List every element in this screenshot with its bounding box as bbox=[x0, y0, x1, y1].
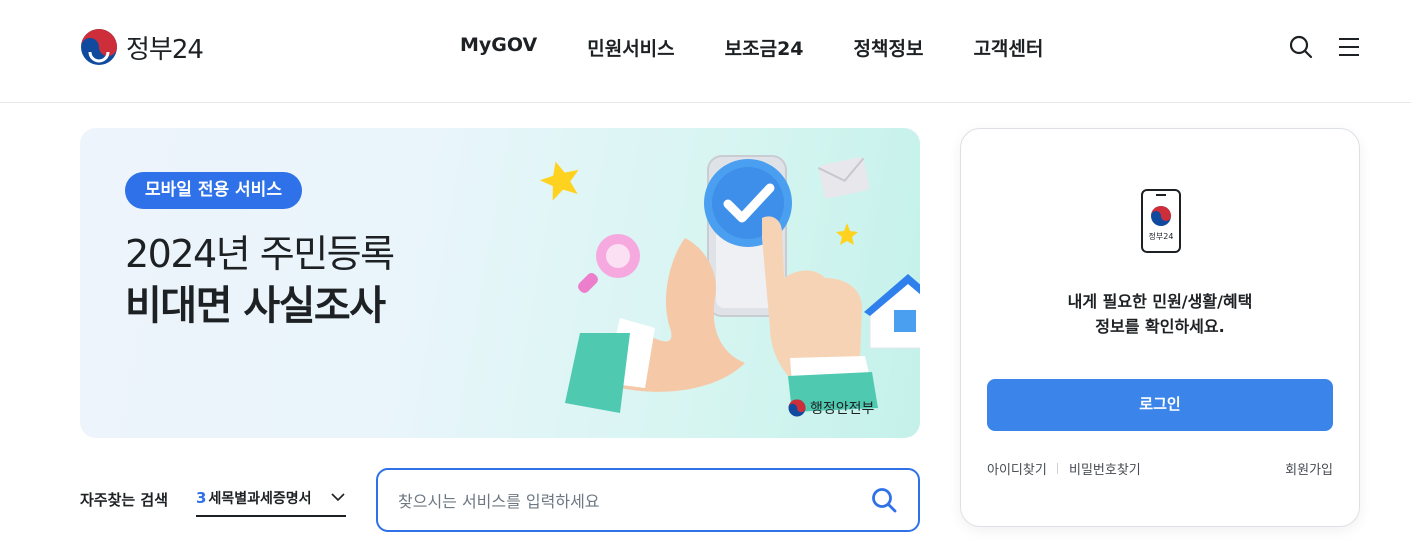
login-message: 내게 필요한 민원/생활/혜택 정보를 확인하세요. bbox=[961, 289, 1359, 339]
nav-item-policy-info[interactable]: 정책정보 bbox=[854, 34, 924, 61]
frequent-search-value: 세목별과세증명서 bbox=[208, 490, 312, 507]
promo-banner[interactable]: 모바일 전용 서비스 2024년 주민등록 비대면 사실조사 행정안전부 bbox=[80, 128, 920, 438]
login-panel: 정부24 내게 필요한 민원/생활/혜택 정보를 확인하세요. 로그인 아이디찾… bbox=[960, 128, 1360, 527]
star-icon bbox=[539, 161, 579, 201]
site-logo[interactable]: 정부24 bbox=[80, 27, 204, 67]
nav-item-civil-services[interactable]: 민원서비스 bbox=[587, 34, 674, 61]
nav-item-subsidy24[interactable]: 보조금24 bbox=[725, 34, 804, 61]
banner-illustration bbox=[539, 155, 920, 413]
menu-icon[interactable] bbox=[1336, 34, 1362, 60]
search-icon[interactable] bbox=[1288, 34, 1314, 60]
search-submit-icon[interactable] bbox=[870, 486, 898, 514]
link-divider bbox=[1057, 463, 1058, 474]
site-header: 정부24 MyGOV 민원서비스 보조금24 정책정보 고객센터 bbox=[0, 0, 1411, 103]
star-icon bbox=[836, 223, 858, 245]
search-box bbox=[376, 468, 920, 532]
mobile-phone-icon: 정부24 bbox=[1141, 189, 1181, 253]
phone-logo-text: 정부24 bbox=[1149, 231, 1174, 241]
nav-item-mygov[interactable]: MyGOV bbox=[460, 34, 537, 61]
banner-badge: 모바일 전용 서비스 bbox=[125, 172, 302, 209]
banner-title-line2: 비대면 사실조사 bbox=[125, 283, 386, 329]
chevron-down-icon bbox=[331, 493, 345, 502]
logo-text: 정부24 bbox=[126, 34, 204, 65]
main-nav: MyGOV 민원서비스 보조금24 정책정보 고객센터 bbox=[460, 34, 1093, 61]
find-password-link[interactable]: 비밀번호찾기 bbox=[1069, 459, 1141, 478]
frequent-search-rank: 3 bbox=[196, 488, 207, 507]
nav-item-customer-center[interactable]: 고객센터 bbox=[973, 34, 1043, 61]
find-id-link[interactable]: 아이디찾기 bbox=[987, 459, 1047, 478]
frequent-search-label: 자주찾는 검색 bbox=[80, 491, 169, 509]
taegeuk-logo-icon bbox=[81, 29, 117, 65]
frequent-search-dropdown[interactable]: 3 세목별과세증명서 bbox=[196, 480, 346, 517]
signup-link[interactable]: 회원가입 bbox=[1285, 459, 1333, 478]
taegeuk-icon bbox=[788, 399, 806, 417]
account-links: 아이디찾기 비밀번호찾기 회원가입 bbox=[987, 459, 1333, 479]
ministry-name: 행정안전부 bbox=[810, 401, 875, 417]
login-button[interactable]: 로그인 bbox=[987, 379, 1333, 431]
ministry-credit: 행정안전부 bbox=[788, 398, 874, 418]
login-message-line2: 정보를 확인하세요. bbox=[1095, 317, 1225, 336]
banner-title-line1: 2024년 주민등록 bbox=[125, 232, 395, 276]
login-message-line1: 내게 필요한 민원/생활/혜택 bbox=[1067, 292, 1253, 311]
search-input[interactable] bbox=[398, 488, 848, 514]
